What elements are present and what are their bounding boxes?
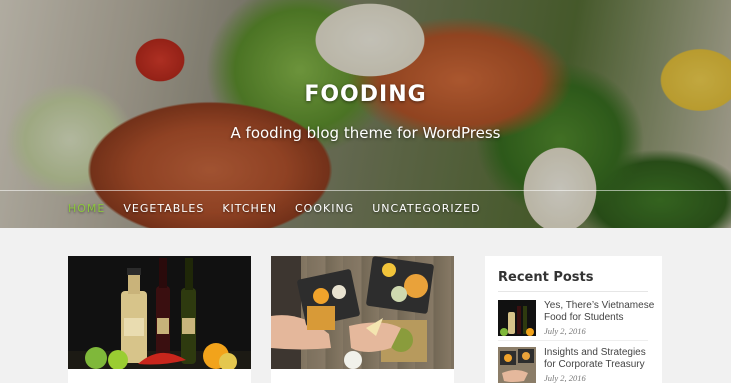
post-card[interactable] (271, 256, 454, 383)
recent-post-divider (498, 340, 648, 341)
post-card[interactable] (68, 256, 251, 383)
food-table-image (271, 256, 454, 369)
nav-item-uncategorized[interactable]: UNCATEGORIZED (372, 202, 480, 215)
site-header-hero: FOODING A fooding blog theme for WordPre… (0, 0, 731, 228)
nav-item-cooking[interactable]: COOKING (295, 202, 354, 215)
widget-title-divider (498, 291, 648, 292)
recent-post-title[interactable]: Insights and Strategies for Corporate Tr… (544, 347, 659, 371)
sidebar-widget-recent-posts: Recent Posts Yes, There’s Vietnamese Foo… (485, 256, 662, 383)
recent-post-date: July 2, 2016 (544, 326, 586, 336)
recent-post-thumbnail[interactable] (498, 300, 536, 336)
site-tagline: A fooding blog theme for WordPress (230, 124, 501, 142)
main-navigation: HOME VEGETABLES KITCHEN COOKING UNCATEGO… (68, 202, 499, 215)
nav-item-vegetables[interactable]: VEGETABLES (123, 202, 204, 215)
nav-divider (0, 190, 731, 191)
main-content: Recent Posts Yes, There’s Vietnamese Foo… (0, 228, 731, 383)
nav-item-home[interactable]: HOME (68, 202, 105, 215)
recent-post-date: July 2, 2016 (544, 373, 586, 383)
widget-title: Recent Posts (498, 270, 594, 285)
post-thumbnail-bottles[interactable] (68, 256, 251, 369)
bottles-image (68, 256, 251, 369)
site-title[interactable]: FOODING (0, 82, 731, 107)
recent-post-title[interactable]: Yes, There’s Vietnamese Food for Student… (544, 300, 659, 324)
recent-post-thumbnail[interactable] (498, 347, 536, 383)
food-table-thumbnail-image (498, 347, 536, 383)
bottles-thumbnail-image (498, 300, 536, 336)
post-thumbnail-table[interactable] (271, 256, 454, 369)
nav-item-kitchen[interactable]: KITCHEN (222, 202, 277, 215)
